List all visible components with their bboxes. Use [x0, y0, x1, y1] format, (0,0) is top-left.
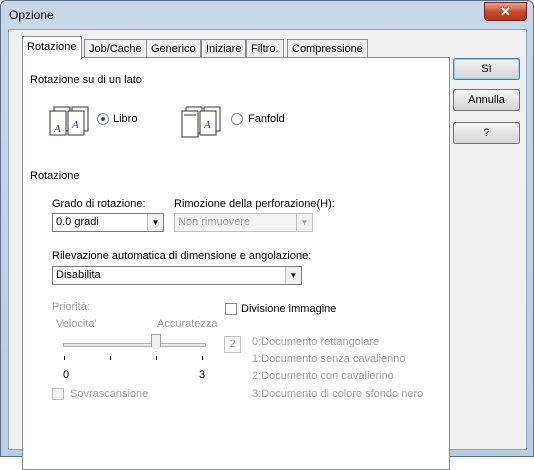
priority-slider-track[interactable] [63, 343, 206, 347]
help-button[interactable]: ? [453, 122, 520, 144]
ok-button[interactable]: Sì [453, 58, 520, 80]
tab-label: Job/Cache [89, 43, 142, 55]
tab-label: Compressione [292, 43, 363, 55]
auto-detect-label: Rilevazione automatica di dimensione e a… [52, 250, 312, 262]
fanfold-label: Fanfold [248, 113, 285, 125]
overscan-checkbox[interactable] [52, 388, 64, 400]
tab-label: Generico [151, 43, 196, 55]
rotation-tab-panel: Rotazione su di un lato A A Libro A Fanf… [22, 57, 450, 470]
options-dialog: Opzione ✕ Rotazione Job/Cache Generico I… [0, 0, 534, 470]
auto-detect-select[interactable]: Disabilita ▼ [52, 266, 302, 285]
degree-select[interactable]: 0.0 gradi ▼ [52, 213, 164, 232]
fanfold-pages-icon: A [181, 106, 221, 138]
chevron-down-icon: ▼ [296, 214, 312, 231]
doc-type-3: 3:Documento di colore sfondo nero [252, 388, 424, 400]
punch-removal-label: Rimozione della perforazione(H): [174, 198, 335, 210]
rotation-group-title: Rotazione [30, 170, 80, 182]
close-button[interactable]: ✕ [484, 2, 527, 21]
svg-text:A: A [203, 119, 211, 131]
tab-label: Iniziare [206, 43, 242, 55]
doc-type-2: 2:Documento con cavalierino [252, 370, 394, 382]
tab-label: Rotazione [27, 41, 77, 53]
slider-max-label: 3 [199, 369, 206, 381]
slider-tick [156, 356, 157, 360]
punch-removal-value: Non rimuovere [178, 216, 251, 228]
doc-type-0: 0:Documento rettangolare [252, 336, 380, 348]
book-pages-icon: A A [49, 106, 89, 136]
degree-value: 0.0 gradi [56, 216, 99, 228]
fanfold-radio[interactable] [231, 113, 243, 125]
tab-generico[interactable]: Generico [146, 39, 201, 59]
tab-compressione[interactable]: Compressione [287, 39, 368, 59]
chevron-down-icon: ▼ [147, 214, 163, 231]
slider-tick [64, 356, 65, 360]
cancel-button[interactable]: Annulla [453, 89, 520, 111]
svg-text:A: A [71, 119, 79, 131]
libro-radio[interactable] [97, 113, 109, 125]
priority-value-box: 2 [224, 336, 241, 353]
accuracy-label: Accuratezza [157, 318, 218, 330]
tab-label: Filtro. [251, 43, 279, 55]
slider-min-label: 0 [63, 369, 70, 381]
degree-label: Grado di rotazione: [52, 198, 146, 210]
slider-tick [202, 356, 203, 360]
dialog-client: Rotazione Job/Cache Generico Iniziare Fi… [8, 29, 527, 470]
tab-job-cache[interactable]: Job/Cache [84, 39, 147, 59]
doc-type-1: 1:Documento senza cavalierino [252, 353, 406, 365]
close-icon: ✕ [500, 4, 511, 19]
split-image-checkbox[interactable] [225, 303, 237, 315]
group-divider [85, 176, 307, 177]
window-title: Opzione [9, 8, 54, 22]
svg-text:A: A [53, 123, 61, 135]
tab-rotazione[interactable]: Rotazione [22, 36, 82, 59]
priority-slider-thumb[interactable] [151, 334, 161, 352]
title-bar: Opzione ✕ [1, 1, 533, 29]
side-rotation-group-title: Rotazione su di un lato [30, 74, 142, 86]
tab-filtro[interactable]: Filtro. [246, 39, 284, 59]
slider-tick [110, 356, 111, 360]
priority-label: Priorità: [52, 301, 90, 313]
auto-detect-value: Disabilita [56, 269, 101, 281]
libro-label: Libro [113, 113, 138, 125]
split-image-label: Divisione immagine [241, 303, 337, 315]
chevron-down-icon: ▼ [285, 267, 301, 284]
overscan-label: Sovrascansione [70, 388, 149, 400]
punch-removal-select[interactable]: Non rimuovere ▼ [174, 213, 313, 232]
speed-label: Velocita' [56, 318, 97, 330]
tab-iniziare[interactable]: Iniziare [201, 39, 247, 59]
group-divider [150, 80, 313, 81]
